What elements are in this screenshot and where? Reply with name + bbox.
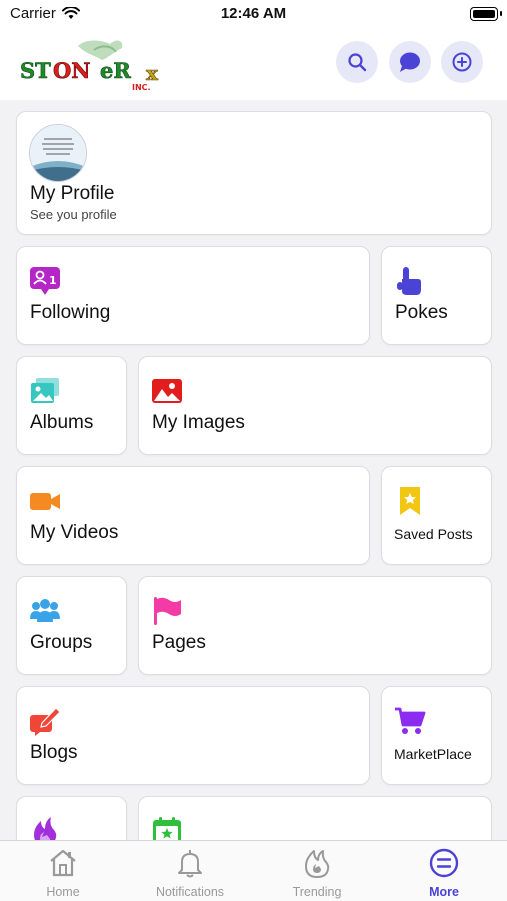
shopping-cart-icon: [395, 707, 426, 734]
profile-title: My Profile: [30, 183, 115, 204]
tab-trending[interactable]: Trending: [254, 841, 380, 901]
bell-icon: [178, 850, 202, 878]
profile-card[interactable]: My Profile See you profile: [16, 111, 492, 235]
albums-label: Albums: [30, 412, 94, 433]
battery-icon: [470, 7, 502, 21]
app-logo[interactable]: ST ON eR x INC.: [16, 34, 186, 94]
bookmark-icon: [400, 487, 420, 515]
marketplace-label: MarketPlace: [394, 746, 472, 762]
avatar: [29, 124, 87, 182]
video-camera-icon: [30, 493, 60, 510]
my-images-card[interactable]: My Images: [138, 356, 492, 455]
marketplace-card[interactable]: MarketPlace: [381, 686, 492, 785]
chat-icon: [400, 52, 420, 72]
svg-text:ON: ON: [53, 58, 91, 83]
my-videos-label: My Videos: [30, 522, 119, 543]
blogs-label: Blogs: [30, 742, 78, 763]
my-videos-card[interactable]: My Videos: [16, 466, 370, 565]
trending-fire-icon: [305, 850, 330, 878]
home-icon: [50, 849, 76, 877]
my-images-label: My Images: [152, 412, 245, 433]
tab-home-label: Home: [46, 885, 80, 899]
tab-more[interactable]: More: [381, 841, 507, 901]
saved-posts-card[interactable]: Saved Posts: [381, 466, 492, 565]
albums-card[interactable]: Albums: [16, 356, 127, 455]
tab-home[interactable]: Home: [0, 841, 126, 901]
profile-subtitle: See you profile: [30, 207, 117, 222]
app-header: ST ON eR x INC.: [0, 28, 507, 100]
groups-label: Groups: [30, 632, 93, 653]
svg-text:ST: ST: [20, 58, 51, 83]
pages-card[interactable]: Pages: [138, 576, 492, 675]
saved-posts-label: Saved Posts: [394, 526, 473, 542]
more-menu-grid: My Profile See you profile 1 Following P…: [0, 100, 507, 840]
tab-trending-label: Trending: [292, 885, 342, 899]
messages-button[interactable]: [389, 41, 431, 83]
svg-text:eR: eR: [100, 58, 131, 83]
search-button[interactable]: [336, 41, 378, 83]
hand-pointer-icon: [397, 267, 421, 295]
status-time: 12:46 AM: [220, 5, 287, 22]
albums-icon: [31, 378, 59, 403]
menu-circle-icon: [429, 848, 459, 878]
pages-label: Pages: [152, 632, 206, 653]
blog-edit-icon: [30, 707, 61, 736]
pokes-card[interactable]: Pokes: [381, 246, 492, 345]
events-card[interactable]: [138, 796, 492, 840]
fire-icon: [34, 817, 57, 840]
following-card[interactable]: 1 Following: [16, 246, 370, 345]
svg-text:INC.: INC.: [132, 83, 151, 92]
tab-notifications-label: Notifications: [155, 885, 225, 899]
tab-more-label: More: [429, 885, 459, 899]
add-circle-icon: [452, 52, 472, 72]
following-icon: 1: [30, 267, 60, 295]
tab-notifications[interactable]: Notifications: [127, 841, 253, 901]
image-icon: [152, 379, 182, 403]
following-label: Following: [30, 302, 111, 323]
flag-icon: [154, 597, 181, 625]
search-icon: [348, 53, 367, 72]
groups-card[interactable]: Groups: [16, 576, 127, 675]
users-icon: [30, 599, 60, 622]
avatar-image: [30, 125, 86, 181]
popular-card[interactable]: [16, 796, 127, 840]
create-button[interactable]: [441, 41, 483, 83]
blogs-card[interactable]: Blogs: [16, 686, 370, 785]
calendar-icon: [153, 817, 181, 840]
bottom-tab-bar: Home Notifications Trending More: [0, 840, 507, 901]
status-bar: Carrier 12:46 AM: [0, 0, 507, 28]
pokes-label: Pokes: [395, 302, 448, 323]
svg-text:x: x: [146, 61, 159, 85]
svg-text:1: 1: [49, 274, 57, 287]
